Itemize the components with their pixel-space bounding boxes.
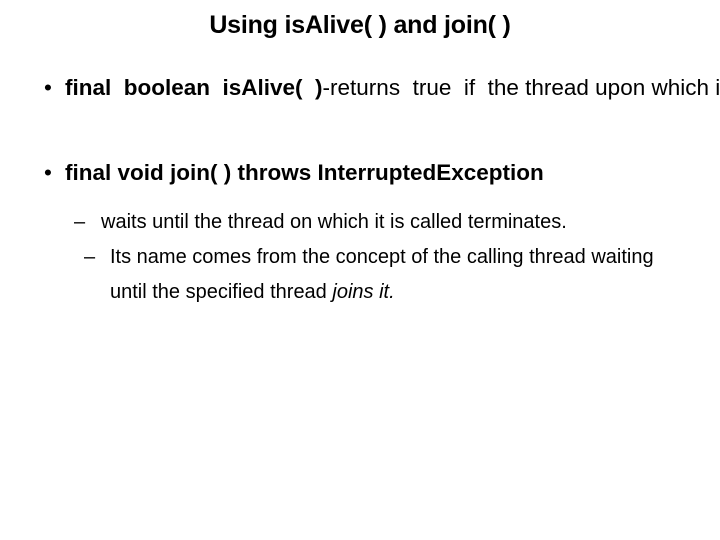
bullet-marker-icon: • — [44, 75, 52, 100]
bullet-text-2: final void join( ) throws InterruptedExc… — [65, 155, 676, 190]
bullet-marker-icon: • — [44, 160, 52, 185]
bullet-item-2: • final void join( ) throws InterruptedE… — [0, 155, 720, 190]
slide-body: • final boolean isAlive( )-returns true … — [0, 70, 720, 310]
slide: Using isAlive( ) and join( ) • final boo… — [0, 0, 720, 540]
bullet-2-bold-signature: final void join( ) throws InterruptedExc… — [65, 160, 544, 185]
dash-marker-icon: – — [74, 211, 86, 233]
slide-title: Using isAlive( ) and join( ) — [209, 11, 511, 39]
dash-marker-icon: – — [84, 246, 96, 268]
bullet-item-1: • final boolean isAlive( )-returns true … — [0, 70, 720, 140]
bullet-1-bold-signature: final boolean isAlive( ) — [65, 75, 323, 100]
sub-bullet-item-2: – Its name comes from the concept of the… — [0, 240, 720, 310]
sub-bullet-text-2-emphasis: joins it. — [332, 281, 395, 303]
sub-bullet-item-1: – waits until the thread on which it is … — [0, 205, 720, 240]
sub-bullet-text-1: waits until the thread on which it is ca… — [101, 211, 567, 233]
bullet-text-1: final boolean isAlive( )-returns true if… — [65, 70, 720, 140]
bullet-1-description: -returns true if the thread upon which i… — [322, 75, 720, 100]
